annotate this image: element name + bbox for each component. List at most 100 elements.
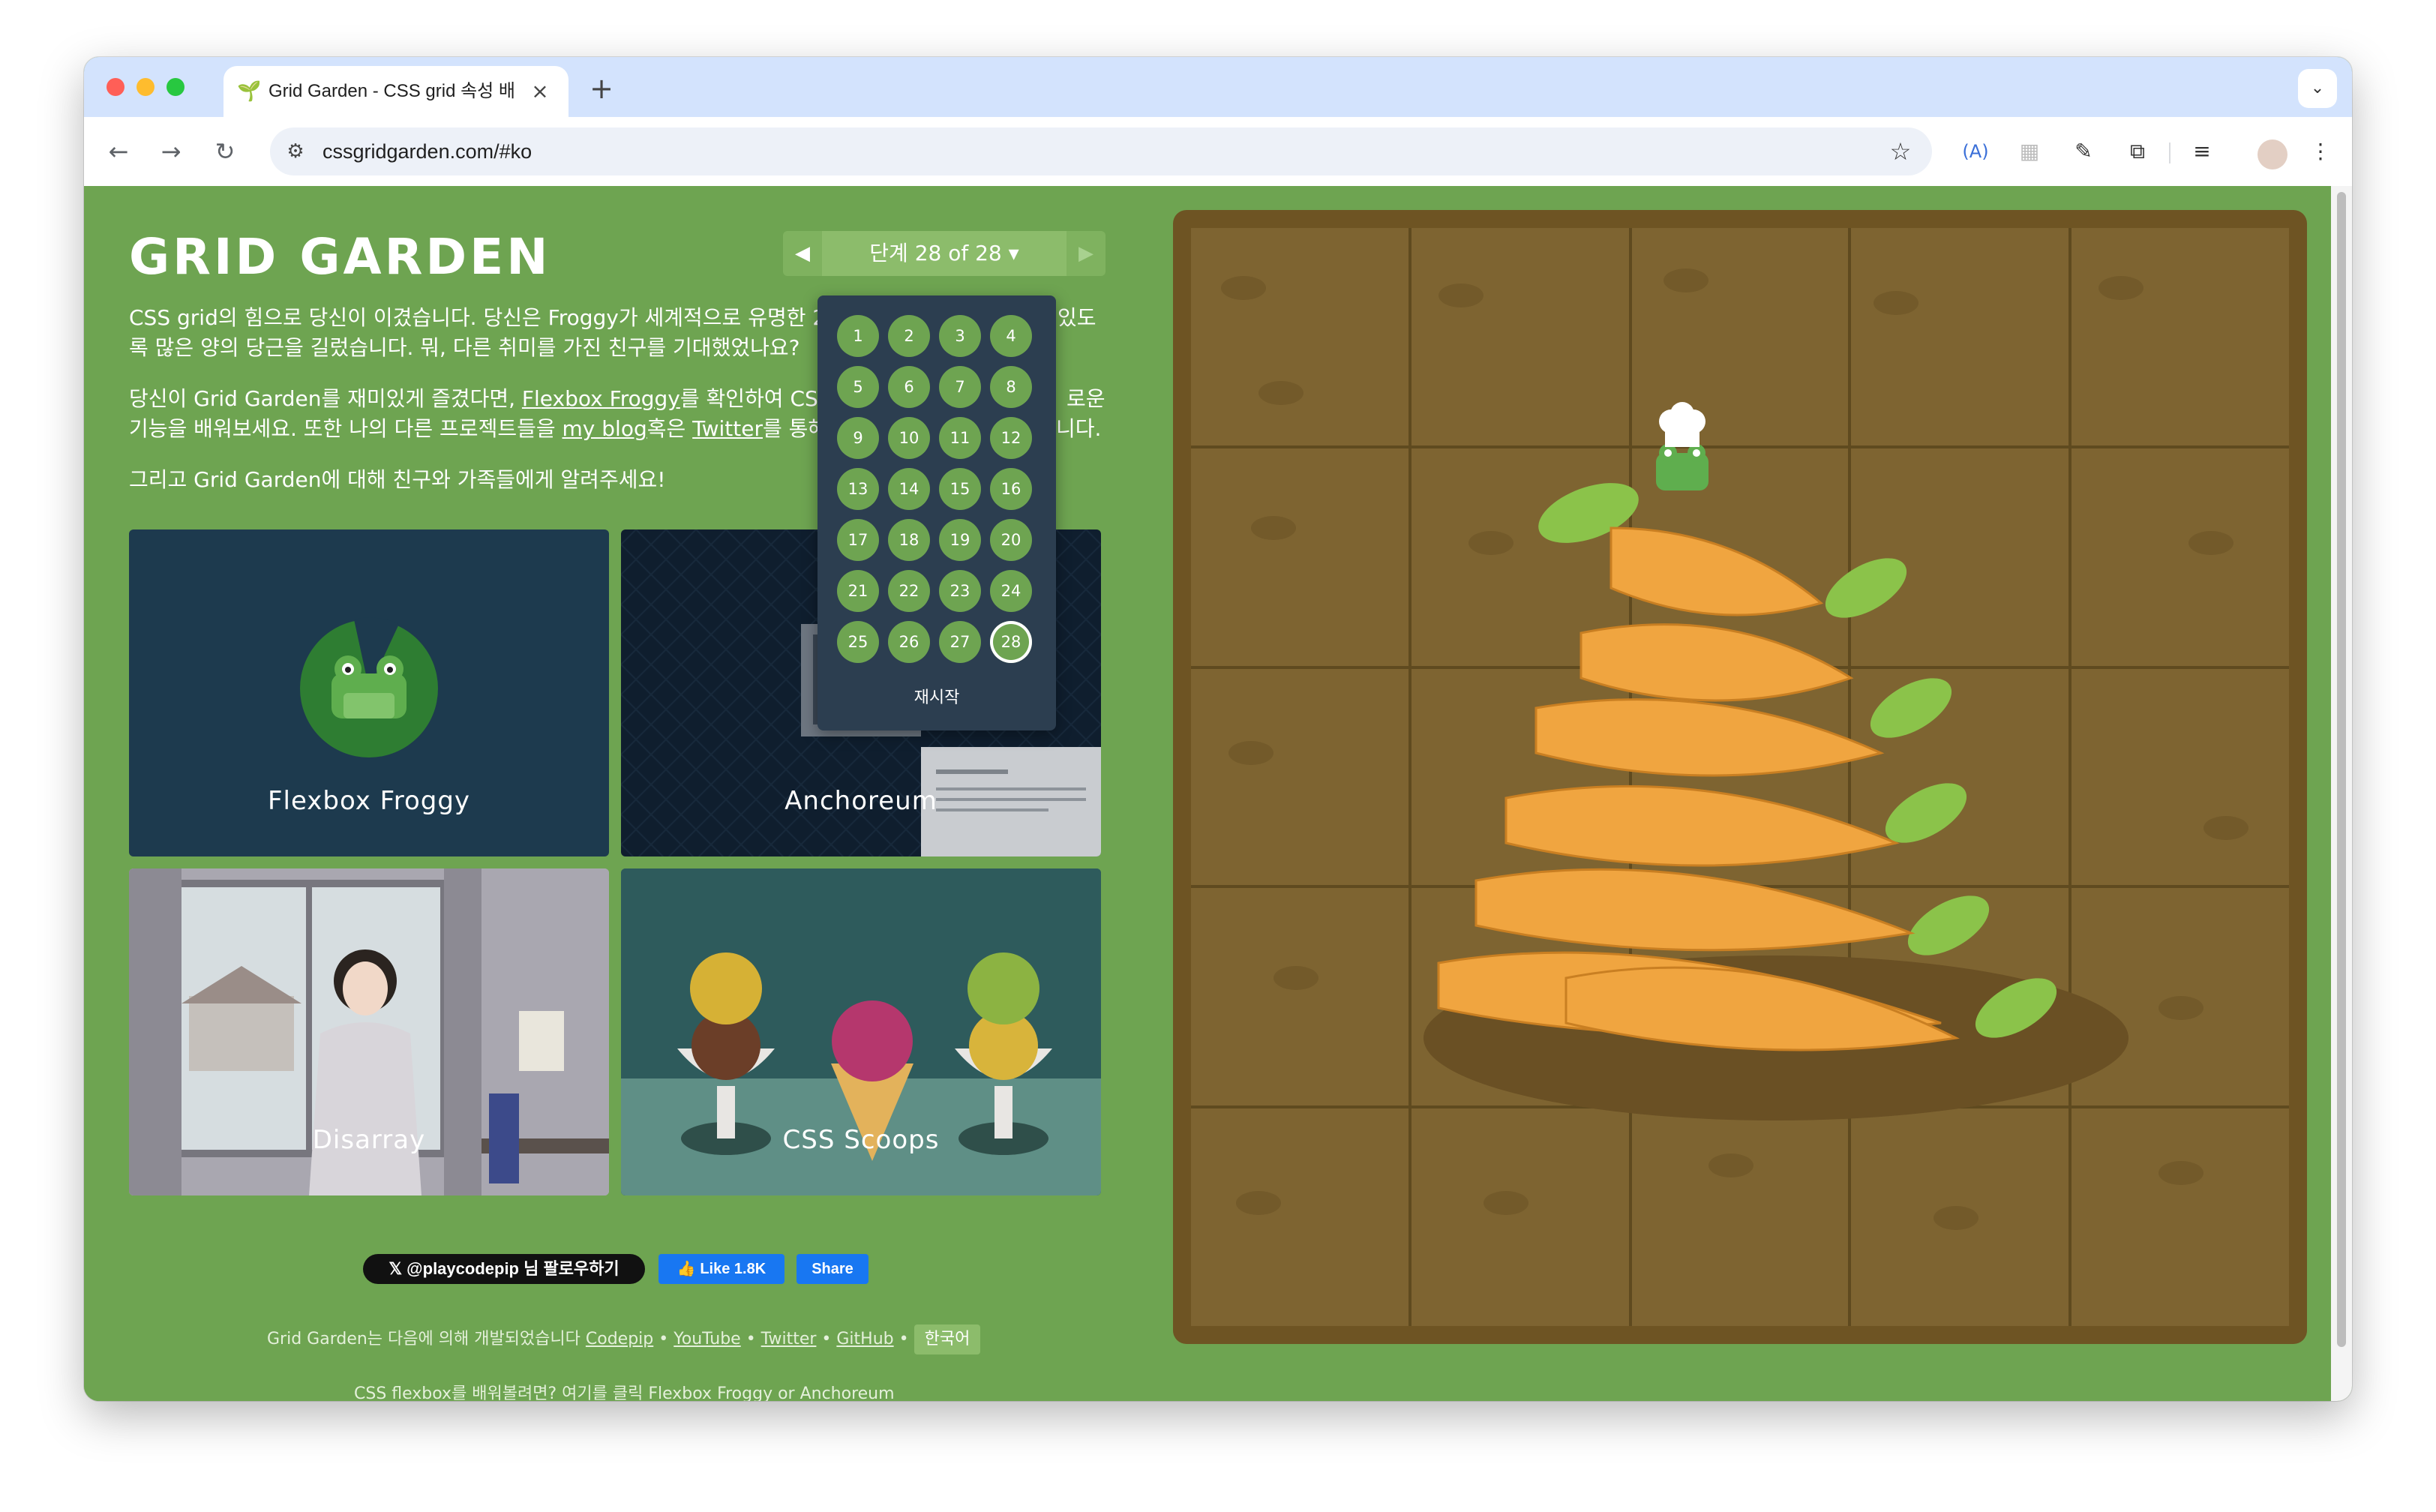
victory-line-1: CSS grid의 힘으로 당신이 이겼습니다. 당신은 Froggy가 세계적… bbox=[129, 305, 840, 330]
tab-search-button[interactable]: ⌄ bbox=[2298, 69, 2337, 108]
promo-text-end-1: 로운 bbox=[1066, 386, 1106, 411]
card-label: Flexbox Froggy bbox=[267, 786, 471, 816]
promo-text-4: 혹은 bbox=[646, 416, 693, 441]
reload-icon[interactable]: ↻ bbox=[204, 130, 246, 172]
codepip-link[interactable]: Codepip bbox=[586, 1330, 653, 1348]
tab-close-icon[interactable]: × bbox=[526, 78, 554, 105]
language-button[interactable]: 한국어 bbox=[914, 1324, 981, 1354]
new-tab-button[interactable]: + bbox=[584, 72, 620, 108]
level-button[interactable]: 4 bbox=[990, 315, 1032, 357]
level-button[interactable]: 19 bbox=[939, 519, 981, 561]
level-button[interactable]: 18 bbox=[888, 519, 930, 561]
level-button[interactable]: 7 bbox=[939, 366, 981, 408]
level-button[interactable]: 26 bbox=[888, 621, 930, 663]
level-button[interactable]: 14 bbox=[888, 468, 930, 510]
garden-frame bbox=[1173, 210, 2307, 1344]
level-button[interactable]: 5 bbox=[837, 366, 879, 408]
level-button[interactable]: 13 bbox=[837, 468, 879, 510]
garden-grid bbox=[1191, 228, 2289, 1326]
media-control-icon[interactable]: ≡ bbox=[2186, 135, 2218, 168]
level-button[interactable]: 23 bbox=[939, 570, 981, 612]
level-button[interactable]: 8 bbox=[990, 366, 1032, 408]
level-indicator[interactable]: 단계 28 of 28 ▾ bbox=[822, 231, 1066, 276]
page-scrollbar[interactable] bbox=[2331, 186, 2352, 1401]
card-label: Disarray bbox=[312, 1125, 426, 1155]
close-window-button[interactable] bbox=[106, 78, 124, 96]
level-button[interactable]: 28 bbox=[990, 621, 1032, 663]
disarray-card[interactable]: Disarray bbox=[129, 868, 609, 1196]
scrollbar-thumb[interactable] bbox=[2337, 192, 2346, 1347]
css-scoops-card[interactable]: CSS Scoops bbox=[621, 868, 1101, 1196]
garden-board bbox=[1191, 228, 2289, 1326]
extension-icon[interactable]: (A) bbox=[1959, 135, 1992, 168]
toolbar-divider bbox=[2169, 142, 2170, 164]
footer-separator: • bbox=[653, 1330, 674, 1348]
flexbox-froggy-link[interactable]: Flexbox Froggy bbox=[522, 386, 680, 411]
twitter-link[interactable]: Twitter bbox=[692, 416, 763, 441]
back-icon[interactable]: ← bbox=[98, 130, 140, 172]
next-level-icon[interactable]: ▶ bbox=[1066, 231, 1106, 276]
footer-flexbox-promo: CSS flexbox를 배워볼려면? 여기를 클릭 Flexbox Frogg… bbox=[354, 1384, 895, 1401]
footer-separator: • bbox=[893, 1330, 914, 1348]
levels-dropdown: 1 2 3 4 5 6 7 8 9 10 11 12 13 14 15 16 17 18 19 20 21 22 23 24 2… bbox=[818, 296, 1056, 730]
eyedropper-icon[interactable]: ✎ bbox=[2067, 135, 2100, 168]
footer-credits: Grid Garden는 다음에 의해 개발되었습니다 Codepip • Yo… bbox=[267, 1324, 981, 1354]
browser-tab[interactable]: 🌱 Grid Garden - CSS grid 속성 배 × bbox=[224, 66, 568, 117]
tab-strip: 🌱 Grid Garden - CSS grid 속성 배 × + ⌄ bbox=[84, 57, 2352, 117]
forward-icon[interactable]: → bbox=[150, 130, 192, 172]
footer-separator: • bbox=[740, 1330, 761, 1348]
level-button[interactable]: 17 bbox=[837, 519, 879, 561]
level-button[interactable]: 21 bbox=[837, 570, 879, 612]
x-follow-button[interactable]: 𝕏 @playcodepip 님 팔로우하기 bbox=[363, 1254, 645, 1284]
reset-button[interactable]: 재시작 bbox=[818, 684, 1056, 708]
card-label: CSS Scoops bbox=[782, 1125, 940, 1155]
promo-text-end-2: 니다. bbox=[1056, 416, 1102, 441]
minimize-window-button[interactable] bbox=[136, 78, 154, 96]
chef-frog-icon bbox=[1656, 402, 1708, 490]
puzzle-extensions-icon[interactable]: ⧉ bbox=[2121, 135, 2154, 168]
level-button[interactable]: 27 bbox=[939, 621, 981, 663]
level-button[interactable]: 2 bbox=[888, 315, 930, 357]
page-content: GRID GARDEN ◀ 단계 28 of 28 ▾ ▶ CSS grid의 … bbox=[84, 186, 2331, 1401]
twitter-footer-link[interactable]: Twitter bbox=[761, 1330, 817, 1348]
facebook-share-button[interactable]: Share bbox=[796, 1254, 868, 1284]
more-menu-icon[interactable]: ⋮ bbox=[2304, 135, 2337, 168]
site-info-icon[interactable]: ⚙ bbox=[280, 136, 310, 166]
level-button[interactable]: 1 bbox=[837, 315, 879, 357]
my-blog-link[interactable]: my blog bbox=[562, 416, 647, 441]
youtube-link[interactable]: YouTube bbox=[674, 1330, 740, 1348]
zoom-window-button[interactable] bbox=[166, 78, 184, 96]
browser-window: 🌱 Grid Garden - CSS grid 속성 배 × + ⌄ ← → … bbox=[84, 57, 2352, 1401]
page-title: GRID GARDEN bbox=[129, 228, 551, 286]
github-link[interactable]: GitHub bbox=[836, 1330, 893, 1348]
level-button[interactable]: 22 bbox=[888, 570, 930, 612]
promo-text-1: 당신이 Grid Garden를 재미있게 즐겼다면, bbox=[129, 386, 522, 411]
level-button[interactable]: 3 bbox=[939, 315, 981, 357]
previous-level-icon[interactable]: ◀ bbox=[783, 231, 822, 276]
promo-text-3: 기능을 배워보세요. 또한 나의 다른 프로젝트들을 bbox=[129, 416, 562, 441]
level-navigation: ◀ 단계 28 of 28 ▾ ▶ bbox=[783, 231, 1106, 276]
facebook-like-button[interactable]: 👍 Like 1.8K bbox=[658, 1254, 784, 1284]
level-button[interactable]: 15 bbox=[939, 468, 981, 510]
tab-title: Grid Garden - CSS grid 속성 배 bbox=[268, 81, 515, 101]
url-text[interactable]: cssgridgarden.com/#ko bbox=[322, 138, 532, 165]
victory-line-1-end: 있도 bbox=[1058, 305, 1096, 330]
level-button[interactable]: 25 bbox=[837, 621, 879, 663]
level-button[interactable]: 16 bbox=[990, 468, 1032, 510]
address-bar[interactable]: ⚙ cssgridgarden.com/#ko ☆ bbox=[270, 128, 1932, 176]
profile-avatar[interactable] bbox=[2258, 140, 2288, 170]
promo-text-2: 를 확인하여 CSS bbox=[680, 386, 832, 411]
footer-separator: • bbox=[816, 1330, 837, 1348]
level-button[interactable]: 24 bbox=[990, 570, 1032, 612]
footer-prefix: Grid Garden는 다음에 의해 개발되었습니다 bbox=[267, 1330, 586, 1348]
level-button[interactable]: 12 bbox=[990, 417, 1032, 459]
extension-grid-icon[interactable]: ▦ bbox=[2013, 135, 2046, 168]
level-button[interactable]: 11 bbox=[939, 417, 981, 459]
level-button[interactable]: 10 bbox=[888, 417, 930, 459]
level-button[interactable]: 6 bbox=[888, 366, 930, 408]
level-button[interactable]: 9 bbox=[837, 417, 879, 459]
card-label: Anchoreum bbox=[784, 786, 938, 816]
bookmark-star-icon[interactable]: ☆ bbox=[1884, 135, 1917, 168]
flexbox-froggy-card[interactable]: Flexbox Froggy bbox=[129, 530, 609, 856]
level-button[interactable]: 20 bbox=[990, 519, 1032, 561]
